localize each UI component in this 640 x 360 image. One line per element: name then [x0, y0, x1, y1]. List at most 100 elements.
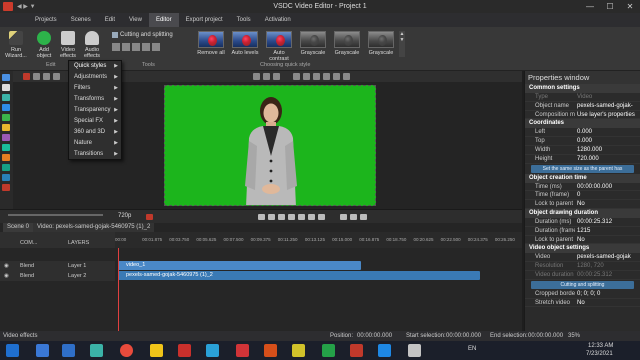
quick-style-grayscale-2[interactable]: Grayscale — [331, 31, 363, 56]
next-frame-icon[interactable] — [308, 214, 315, 220]
video-clip-1[interactable]: video_1 — [118, 261, 361, 270]
video-effects-button[interactable]: Video effects — [56, 31, 80, 59]
align-top-icon[interactable] — [323, 73, 330, 80]
video-app-icon[interactable] — [178, 344, 191, 357]
menu-item-360-3d[interactable]: 360 and 3D ▶ — [69, 127, 121, 138]
quick-style-remove-all[interactable]: Remove all — [195, 31, 227, 56]
video-icon[interactable] — [2, 104, 10, 111]
menu-scenes[interactable]: Scenes — [64, 13, 98, 27]
menu-item-special-fx[interactable]: Special FX ▶ — [69, 116, 121, 127]
prop-composition-mode[interactable]: Composition modUse layer's properties — [525, 111, 640, 120]
cutting-splitting-button[interactable]: Cutting and splitting — [120, 32, 173, 38]
settings-icon[interactable] — [408, 344, 421, 357]
menu-item-nature[interactable]: Nature ▶ — [69, 138, 121, 149]
prop-time-ms[interactable]: Time (ms) 00:00:00.000 — [525, 183, 640, 192]
quick-style-grayscale-3[interactable]: Grayscale — [365, 31, 397, 56]
marker-icon[interactable] — [2, 184, 10, 191]
stop-icon[interactable] — [23, 73, 30, 80]
menu-item-adjustments[interactable]: Adjustments ▶ — [69, 72, 121, 83]
cutting-splitting-prop-button[interactable]: Cutting and splitting — [531, 280, 634, 289]
run-wizard-button[interactable]: Run Wizard... — [4, 31, 28, 59]
prop-top[interactable]: Top 0.000 — [525, 137, 640, 146]
align-center-icon[interactable] — [303, 73, 310, 80]
prop-duration-frames[interactable]: Duration (frame 1215 — [525, 227, 640, 236]
app-icon[interactable] — [90, 344, 103, 357]
timeline-ruler[interactable]: COM... LAYERS 00:00 00:01.875 00:03.750 00:… — [0, 232, 522, 248]
game-icon[interactable] — [322, 344, 335, 357]
prop-object-name[interactable]: Object name pexels-samed-gojak- — [525, 102, 640, 111]
file-explorer-icon[interactable] — [150, 344, 163, 357]
record-icon[interactable] — [146, 214, 153, 220]
section-coordinates[interactable]: Coordinates — [525, 119, 640, 129]
skype-icon[interactable] — [206, 344, 219, 357]
loop-icon[interactable] — [340, 214, 347, 220]
to-end-icon[interactable] — [318, 214, 325, 220]
prop-height[interactable]: Height 720.000 — [525, 155, 640, 164]
prop-lock-parent-2[interactable]: Lock to parent No — [525, 236, 640, 245]
to-start-icon[interactable] — [258, 214, 265, 220]
crop-icon[interactable] — [112, 43, 120, 51]
layer-name[interactable]: Layer 2 — [68, 271, 86, 281]
chrome-icon[interactable] — [120, 344, 133, 357]
clock-time[interactable]: 12:33 AM — [588, 343, 613, 349]
layer-name[interactable]: Layer 1 — [68, 261, 86, 271]
menu-editor[interactable]: Editor — [148, 13, 179, 27]
store-icon[interactable] — [378, 344, 391, 357]
minimize-button[interactable]: — — [580, 0, 600, 13]
quick-style-auto-levels[interactable]: Auto levels — [229, 31, 261, 56]
prev-frame-icon[interactable] — [268, 214, 275, 220]
tab-scene-0[interactable]: Scene 0 — [3, 223, 34, 232]
blend-mode[interactable]: Blend — [20, 271, 34, 281]
menu-view[interactable]: View — [122, 13, 149, 27]
track-row-2[interactable]: ◉ Blend Layer 2 pexels-samed-gojak-54609… — [0, 271, 522, 281]
preview-icon[interactable] — [350, 214, 357, 220]
redo-icon[interactable] — [263, 73, 270, 80]
vsdc-taskbar-icon[interactable] — [350, 344, 363, 357]
menu-export-project[interactable]: Export project — [179, 13, 230, 27]
menu-projects[interactable]: Projects — [28, 13, 64, 27]
image-icon[interactable] — [2, 94, 10, 101]
quick-style-grayscale[interactable]: Grayscale — [297, 31, 329, 56]
section-video-object-settings[interactable]: Video object settings — [525, 244, 640, 254]
menu-edit[interactable]: Edit — [98, 13, 122, 27]
pointer-icon[interactable] — [2, 74, 10, 81]
menu-item-filters[interactable]: Filters ▶ — [69, 83, 121, 94]
audio-effects-button[interactable]: Audio effects — [80, 31, 104, 59]
snap-icon[interactable] — [43, 73, 50, 80]
eye-icon[interactable]: ◉ — [4, 271, 9, 281]
folder-icon[interactable] — [292, 344, 305, 357]
lock-icon[interactable] — [53, 73, 60, 80]
rotate-icon[interactable] — [122, 43, 130, 51]
menu-item-transitions[interactable]: Transitions ▶ — [69, 149, 121, 160]
eye-icon[interactable]: ◉ — [4, 261, 9, 271]
trim-icon[interactable] — [142, 43, 150, 51]
tab-video[interactable]: Video: pexels-samed-gojak-5460975 (1)_2 — [33, 223, 155, 232]
section-creation-time[interactable]: Object creation time — [525, 173, 640, 183]
split-icon[interactable] — [132, 43, 140, 51]
audio-icon[interactable] — [152, 43, 160, 51]
word-icon[interactable] — [62, 344, 75, 357]
shape-icon[interactable] — [2, 124, 10, 131]
align-left-icon[interactable] — [293, 73, 300, 80]
green-screen-video-frame[interactable] — [164, 85, 376, 206]
blend-mode[interactable]: Blend — [20, 261, 34, 271]
prop-lock-parent[interactable]: Lock to parent No — [525, 200, 640, 209]
undo-icon[interactable] — [253, 73, 260, 80]
menu-activation[interactable]: Activation — [258, 13, 298, 27]
bluetooth-icon[interactable] — [36, 344, 49, 357]
chart-icon[interactable] — [2, 134, 10, 141]
subtitle-icon[interactable] — [2, 164, 10, 171]
zoom-icon[interactable] — [273, 73, 280, 80]
camera-icon[interactable] — [264, 344, 277, 357]
prop-stretch-video[interactable]: Stretch video No — [525, 299, 640, 308]
grid-icon[interactable] — [33, 73, 40, 80]
volume-slider[interactable] — [8, 214, 103, 216]
maximize-button[interactable]: ☐ — [600, 0, 620, 13]
language-indicator[interactable]: EN — [468, 346, 476, 352]
align-bottom-icon[interactable] — [343, 73, 350, 80]
quick-style-scroll[interactable]: ▲ ▼ — [399, 31, 405, 57]
quick-style-auto-contrast[interactable]: Auto contrast — [263, 31, 295, 62]
fullscreen-icon[interactable] — [360, 214, 367, 220]
section-drawing-duration[interactable]: Object drawing duration — [525, 208, 640, 218]
zoom-percent[interactable]: 35% — [568, 331, 580, 341]
